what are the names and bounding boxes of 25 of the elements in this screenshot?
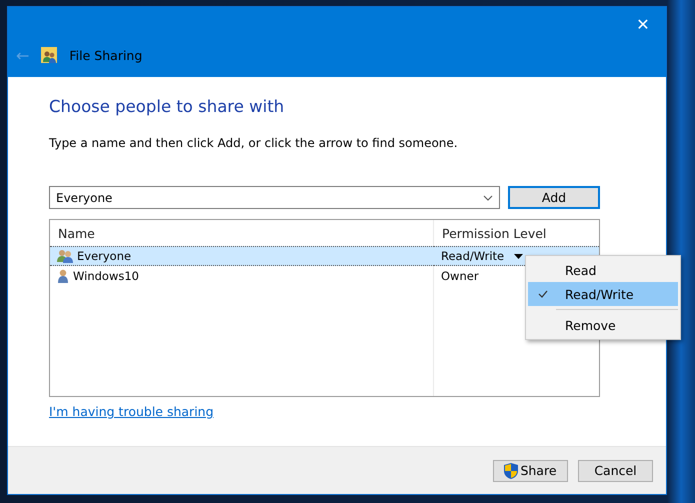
chevron-down-icon (483, 194, 493, 200)
person-name: Everyone (77, 249, 132, 263)
person-name: Windows10 (73, 269, 139, 283)
cancel-button[interactable]: Cancel (578, 460, 653, 482)
name-cell[interactable]: Windows10 (50, 266, 434, 286)
dropdown-arrow-icon (514, 254, 524, 258)
name-combo-field[interactable]: Everyone (49, 186, 500, 209)
add-button[interactable]: Add (508, 186, 600, 209)
permission-level: Read/Write (441, 249, 504, 263)
checkmark-icon (538, 290, 548, 298)
menu-item[interactable]: Read/Write (528, 282, 678, 306)
dialog-heading: Choose people to share with (49, 97, 286, 116)
window-title: File Sharing (69, 48, 142, 62)
users-icon (57, 249, 73, 263)
trouble-sharing-link[interactable]: I'm having trouble sharing (49, 404, 214, 419)
shield-icon (504, 462, 518, 478)
instruction-text: Type a name and then click Add, or click the arrow to find someone. (49, 136, 459, 150)
name-cell[interactable]: Everyone (50, 246, 434, 266)
menu-item[interactable]: Remove (528, 313, 678, 337)
column-header[interactable]: Name (50, 220, 434, 246)
share-button[interactable]: Share (493, 460, 568, 482)
user-icon (57, 269, 69, 283)
close-button[interactable]: ✕ (620, 7, 666, 41)
file-sharing-icon (41, 47, 58, 63)
column-header[interactable]: Permission Level (434, 220, 599, 246)
